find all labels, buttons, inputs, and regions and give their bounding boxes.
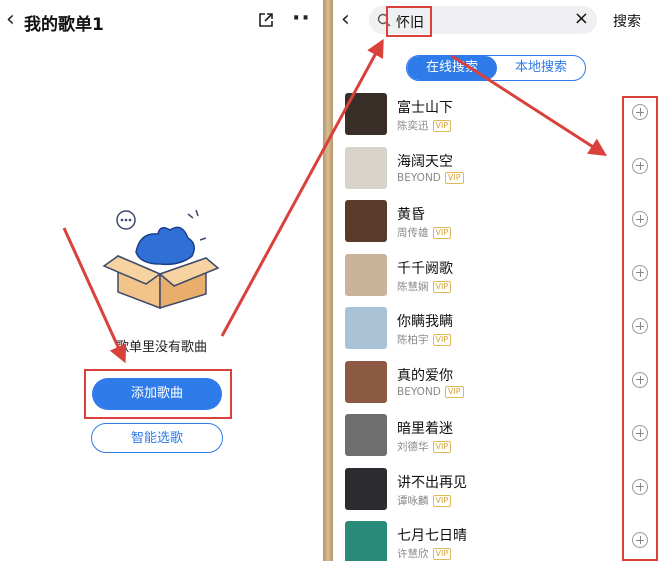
list-item[interactable]: 讲不出再见谭咏麟 VIP [333,466,660,520]
empty-playlist-text: 歌单里没有歌曲 [115,340,207,355]
song-title: 黄昏 [397,207,425,223]
album-cover [345,414,387,456]
list-item[interactable]: 黄昏周传雄 VIP [333,198,660,252]
vip-badge: VIP [444,385,464,398]
left-screen-my-playlist: ‹ 我的歌单1 ·· 歌单里没有歌曲 添加歌曲 智能选歌 [0,0,323,561]
artist-name: BEYOND [397,385,441,398]
highlight-add-button [84,369,232,419]
song-title: 富士山下 [397,100,453,116]
song-artist: 陈慧娴 VIP [397,279,452,294]
album-cover [345,253,387,296]
song-artist: 陈柏宇 VIP [397,332,452,347]
more-icon[interactable]: ·· [292,6,311,31]
artist-name: 刘德华 [397,441,429,453]
vip-badge: VIP [432,227,452,239]
tab-local-search[interactable]: 本地搜索 [497,56,585,80]
back-icon[interactable]: ‹ [6,8,15,32]
list-item[interactable]: 千千阙歌陈慧娴 VIP [333,252,660,306]
highlight-add-icons [622,96,658,561]
page-title: 我的歌单1 [24,15,104,35]
vip-badge: VIP [432,280,452,293]
right-screen-search: ‹ 怀旧 × 搜索 在线搜索 本地搜索 富士山下 陈奕迅 VIP 海阔天空 BEYOND… [333,0,660,561]
album-cover [345,93,387,135]
tab-online-search[interactable]: 在线搜索 [407,56,497,80]
song-title: 讲不出再见 [397,474,467,491]
list-item[interactable]: 暗里着迷刘德华 VIP [333,412,660,466]
album-cover [345,200,387,242]
artist-name: 周传雄 [397,227,429,239]
song-title: 暗里着迷 [397,421,453,437]
song-title: 七月七日晴 [397,528,467,544]
search-mode-tabs: 在线搜索 本地搜索 [406,55,586,81]
song-title: 你瞒我瞒 [397,314,453,330]
vip-badge: VIP [432,494,452,507]
smart-pick-button[interactable]: 智能选歌 [91,423,223,453]
song-list: 富士山下 陈奕迅 VIP 海阔天空 BEYOND VIP 黄昏 周传雄 VIP 千千阙歌 陈慧娴 VI… [333,91,660,561]
list-item[interactable]: 七月七日晴许慧欣 VIP [333,519,660,561]
artist-name: 许慧欣 [397,548,429,560]
song-artist: 周传雄 VIP [397,225,452,240]
vip-badge: VIP [432,120,452,132]
song-title: 海阔天空 [397,153,453,170]
vip-badge: VIP [432,441,452,453]
artist-name: 陈慧娴 [397,280,429,293]
share-icon[interactable] [258,12,274,32]
artist-name: 陈奕迅 [397,120,429,132]
search-button[interactable]: 搜索 [613,11,641,31]
list-item[interactable]: 你瞒我瞒陈柏宇 VIP [333,305,660,359]
vip-badge: VIP [432,334,452,346]
album-cover [345,360,387,403]
album-cover [345,467,387,510]
album-cover [345,307,387,349]
highlight-search-field [386,6,432,37]
back-icon[interactable]: ‹ [341,8,350,32]
album-cover [345,521,387,561]
song-artist: 刘德华 VIP [397,439,452,454]
list-item[interactable]: 富士山下陈奕迅 VIP [333,91,660,145]
list-item[interactable]: 真的爱你 BEYOND VIP [333,359,660,413]
song-artist: BEYOND VIP [397,385,464,398]
album-cover [345,146,387,189]
artist-name: BEYOND [397,171,441,184]
artist-name: 谭咏麟 [397,494,429,507]
empty-box-illustration [102,209,220,310]
song-artist: BEYOND VIP [397,171,464,184]
list-item[interactable]: 海阔天空 BEYOND VIP [333,145,660,199]
panel-divider [323,0,333,561]
artist-name: 陈柏宇 [397,334,429,346]
song-title: 千千阙歌 [397,260,453,277]
song-artist: 陈奕迅 VIP [397,118,452,133]
close-icon[interactable]: × [574,8,589,29]
vip-badge: VIP [432,548,452,560]
song-artist: 谭咏麟 VIP [397,493,452,508]
song-title: 真的爱你 [397,367,453,384]
vip-badge: VIP [444,171,464,184]
song-artist: 许慧欣 VIP [397,546,452,561]
